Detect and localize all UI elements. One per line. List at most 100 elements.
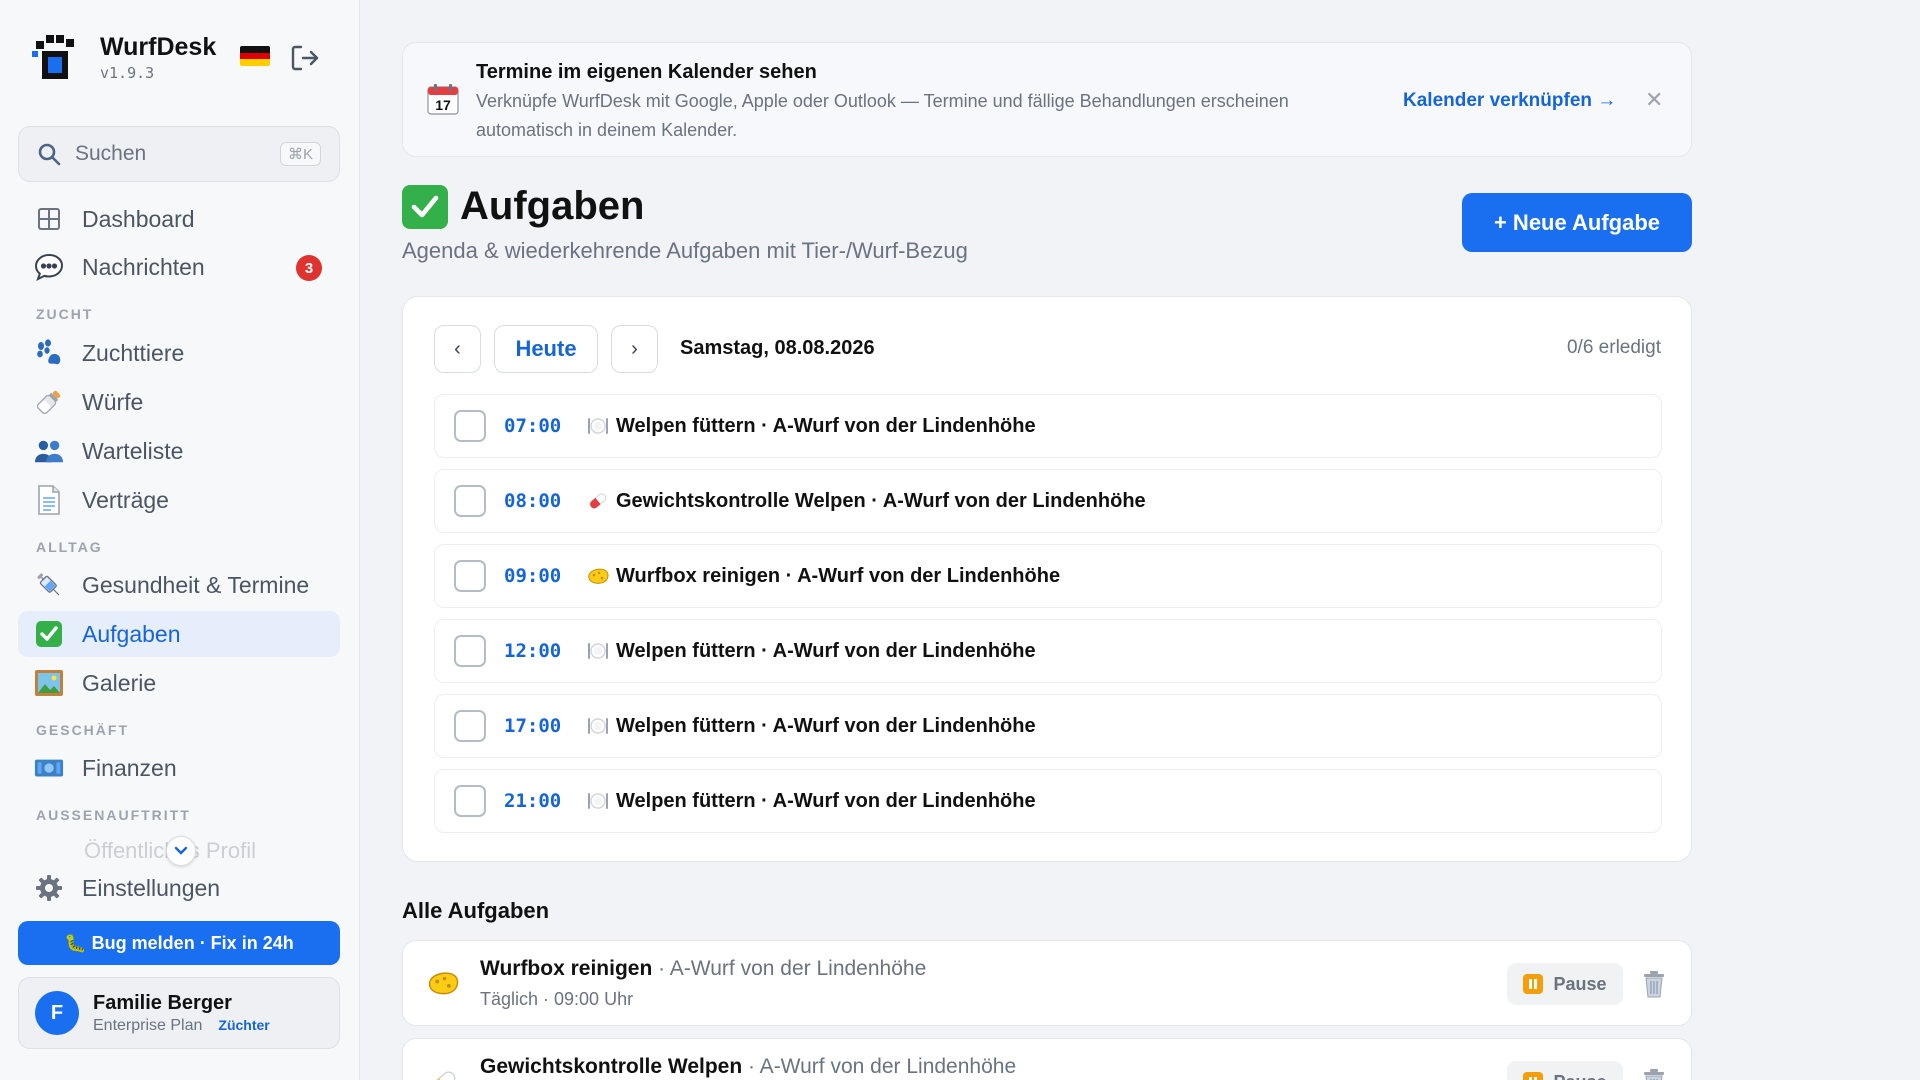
search-input[interactable]: Suchen ⌘K (18, 126, 340, 182)
sidebar-item-einstellungen[interactable]: Einstellungen (18, 865, 340, 911)
check-box-icon (34, 619, 64, 649)
pause-button[interactable]: Pause (1507, 1061, 1623, 1080)
scroll-down-chevron-icon[interactable] (166, 836, 196, 866)
page-subtitle: Agenda & wiederkehrende Aufgaben mit Tie… (402, 238, 968, 263)
user-role-badge: Züchter (218, 1016, 270, 1033)
pause-label: Pause (1553, 973, 1607, 994)
task-checkbox[interactable] (454, 485, 486, 517)
section-label-alltag: ALLTAG (36, 539, 103, 555)
sidebar-item-dashboard[interactable]: Dashboard (18, 196, 340, 242)
page-heading: Aufgaben (460, 184, 645, 228)
section-label-zucht: ZUCHT (36, 306, 94, 322)
paw-icon (34, 338, 64, 368)
search-placeholder: Suchen (75, 142, 147, 165)
task-label: Gewichtskontrolle Welpen · A-Wurf von de… (616, 489, 1146, 512)
task-time: 12:00 (504, 640, 562, 662)
sidebar-item-label: Würfe (82, 388, 144, 415)
task-label: Welpen füttern · A-Wurf von der Lindenhö… (616, 789, 1036, 812)
new-task-button[interactable]: + Neue Aufgabe (1462, 193, 1692, 252)
document-icon (34, 485, 64, 515)
section-label-aussenauftritt: AUSSENAUFTRITT (36, 807, 191, 823)
brand: WurfDesk v1.9.3 (32, 32, 216, 82)
close-icon[interactable]: ✕ (1645, 87, 1663, 113)
task-checkbox[interactable] (454, 560, 486, 592)
task-title: Wurfbox reinigen (480, 957, 653, 980)
sidebar-item-label: Nachrichten (82, 253, 205, 280)
sponge-icon (425, 967, 461, 1003)
sidebar-item-label: Zuchttiere (82, 339, 185, 366)
sidebar-item-wuerfe[interactable]: Würfe (18, 379, 340, 425)
connect-calendar-link[interactable]: Kalender verknüpfen → (1403, 90, 1616, 112)
sponge-icon (586, 564, 610, 588)
people-icon (34, 436, 64, 466)
section-label-geschaeft: GESCHÄFT (36, 722, 129, 738)
banner-text: Verknüpfe WurfDesk mit Google, Apple ode… (476, 91, 1289, 140)
sidebar-item-gesundheit[interactable]: Gesundheit & Termine (18, 562, 340, 608)
sidebar-item-nachrichten[interactable]: Nachrichten 3 (18, 244, 340, 290)
german-flag-icon[interactable] (240, 46, 270, 66)
speech-bubble-icon (34, 252, 64, 282)
trash-icon[interactable] (1641, 1067, 1667, 1080)
calendar-day: 17 (435, 97, 451, 113)
pause-icon (1523, 974, 1544, 994)
sidebar-item-zuchttiere[interactable]: Zuchttiere (18, 330, 340, 376)
app-version: v1.9.3 (100, 64, 155, 82)
task-time: 07:00 (504, 415, 562, 437)
task-row[interactable]: 08:00 Gewichtskontrolle Welpen · A-Wurf … (434, 469, 1662, 533)
plate-icon (586, 414, 610, 438)
today-button[interactable]: Heute (494, 325, 598, 373)
money-icon (34, 753, 64, 783)
pill-icon (425, 1065, 461, 1080)
baby-bottle-icon (34, 387, 64, 417)
syringe-icon (34, 570, 64, 600)
prev-day-button[interactable]: ‹ (434, 325, 481, 373)
task-label: Welpen füttern · A-Wurf von der Lindenhö… (616, 639, 1036, 662)
task-row[interactable]: 17:00 Welpen füttern · A-Wurf von der Li… (434, 694, 1662, 758)
sidebar-item-galerie[interactable]: Galerie (18, 660, 340, 706)
check-box-icon (402, 184, 448, 229)
pause-label: Pause (1553, 1072, 1606, 1080)
task-label: Wurfbox reinigen · A-Wurf von der Linden… (616, 564, 1061, 587)
task-schedule: Täglich · 09:00 Uhr (480, 989, 634, 1009)
recurring-task-card[interactable]: Gewichtskontrolle Welpen · A-Wurf von de… (402, 1038, 1692, 1080)
task-checkbox[interactable] (454, 785, 486, 817)
recurring-task-card[interactable]: Wurfbox reinigen · A-Wurf von der Linden… (402, 940, 1692, 1026)
user-card[interactable]: F Familie Berger Enterprise Plan Züchter (18, 977, 340, 1049)
task-row[interactable]: 07:00 Welpen füttern · A-Wurf von der Li… (434, 394, 1662, 458)
calendar-icon: 17 (427, 83, 459, 115)
gear-icon (34, 873, 64, 903)
sidebar-item-vertraege[interactable]: Verträge (18, 477, 340, 523)
task-litter: · A-Wurf von der Lindenhöhe (658, 957, 927, 980)
task-title: Gewichtskontrolle Welpen (480, 1055, 743, 1078)
task-litter: · A-Wurf von der Lindenhöhe (748, 1055, 1017, 1078)
logout-icon[interactable] (290, 44, 320, 72)
sidebar: WurfDesk v1.9.3 Suchen ⌘K Dashboard Nach… (0, 0, 360, 1080)
sidebar-item-label: Gesundheit & Termine (82, 571, 310, 598)
sidebar-item-warteliste[interactable]: Warteliste (18, 428, 340, 474)
task-time: 17:00 (504, 715, 562, 737)
app-name: WurfDesk (100, 33, 217, 61)
picture-icon (34, 668, 64, 698)
next-day-button[interactable]: › (611, 325, 658, 373)
task-checkbox[interactable] (454, 410, 486, 442)
sidebar-item-label: Finanzen (82, 754, 177, 781)
task-row[interactable]: 12:00 Welpen füttern · A-Wurf von der Li… (434, 619, 1662, 683)
pause-button[interactable]: Pause (1507, 963, 1623, 1005)
task-checkbox[interactable] (454, 710, 486, 742)
task-checkbox[interactable] (454, 635, 486, 667)
trash-icon[interactable] (1641, 969, 1667, 999)
sidebar-item-finanzen[interactable]: Finanzen (18, 745, 340, 791)
sidebar-item-label: Einstellungen (82, 874, 221, 901)
bug-report-button[interactable]: 🐛 Bug melden · Fix in 24h (18, 921, 340, 965)
search-shortcut-badge: ⌘K (279, 142, 321, 166)
task-label: Welpen füttern · A-Wurf von der Lindenhö… (616, 714, 1036, 737)
sidebar-item-aufgaben[interactable]: Aufgaben (18, 611, 340, 657)
unread-badge: 3 (296, 255, 322, 281)
task-row[interactable]: 21:00 Welpen füttern · A-Wurf von der Li… (434, 769, 1662, 833)
agenda-date: Samstag, 08.08.2026 (680, 337, 875, 359)
plate-icon (586, 639, 610, 663)
completed-count: 0/6 erledigt (1566, 337, 1661, 358)
task-row[interactable]: 09:00 Wurfbox reinigen · A-Wurf von der … (434, 544, 1662, 608)
avatar: F (35, 991, 79, 1035)
sidebar-item-label: Aufgaben (82, 620, 181, 647)
